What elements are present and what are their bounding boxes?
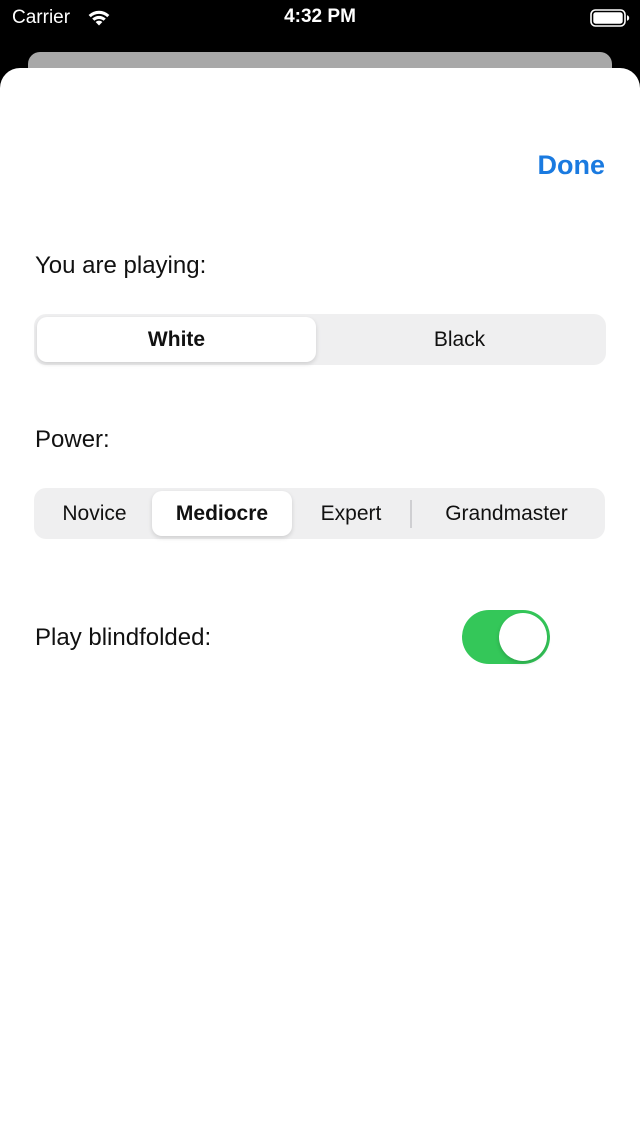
segment-novice[interactable]: Novice [37, 491, 152, 536]
toggle-knob [499, 613, 547, 661]
power-segmented-control: Novice Mediocre Expert Grandmaster [34, 488, 605, 539]
player-color-label: You are playing: [35, 252, 207, 279]
player-color-segmented-control: White Black [34, 314, 606, 365]
settings-sheet: Done You are playing: White Black Power:… [0, 68, 640, 1138]
done-button[interactable]: Done [538, 150, 606, 181]
status-bar: Carrier 4:32 PM [0, 0, 640, 40]
clock-time: 4:32 PM [284, 6, 356, 27]
power-label: Power: [35, 426, 110, 453]
blindfold-toggle[interactable] [462, 610, 550, 664]
battery-full-icon [590, 9, 630, 27]
segment-expert[interactable]: Expert [292, 491, 410, 536]
segment-black[interactable]: Black [316, 317, 603, 362]
segment-grandmaster[interactable]: Grandmaster [412, 491, 602, 536]
screen: Carrier 4:32 PM Done You are playing: Wh… [0, 0, 640, 1138]
segment-white[interactable]: White [37, 317, 316, 362]
segment-mediocre[interactable]: Mediocre [152, 491, 292, 536]
blindfold-label: Play blindfolded: [35, 624, 212, 651]
